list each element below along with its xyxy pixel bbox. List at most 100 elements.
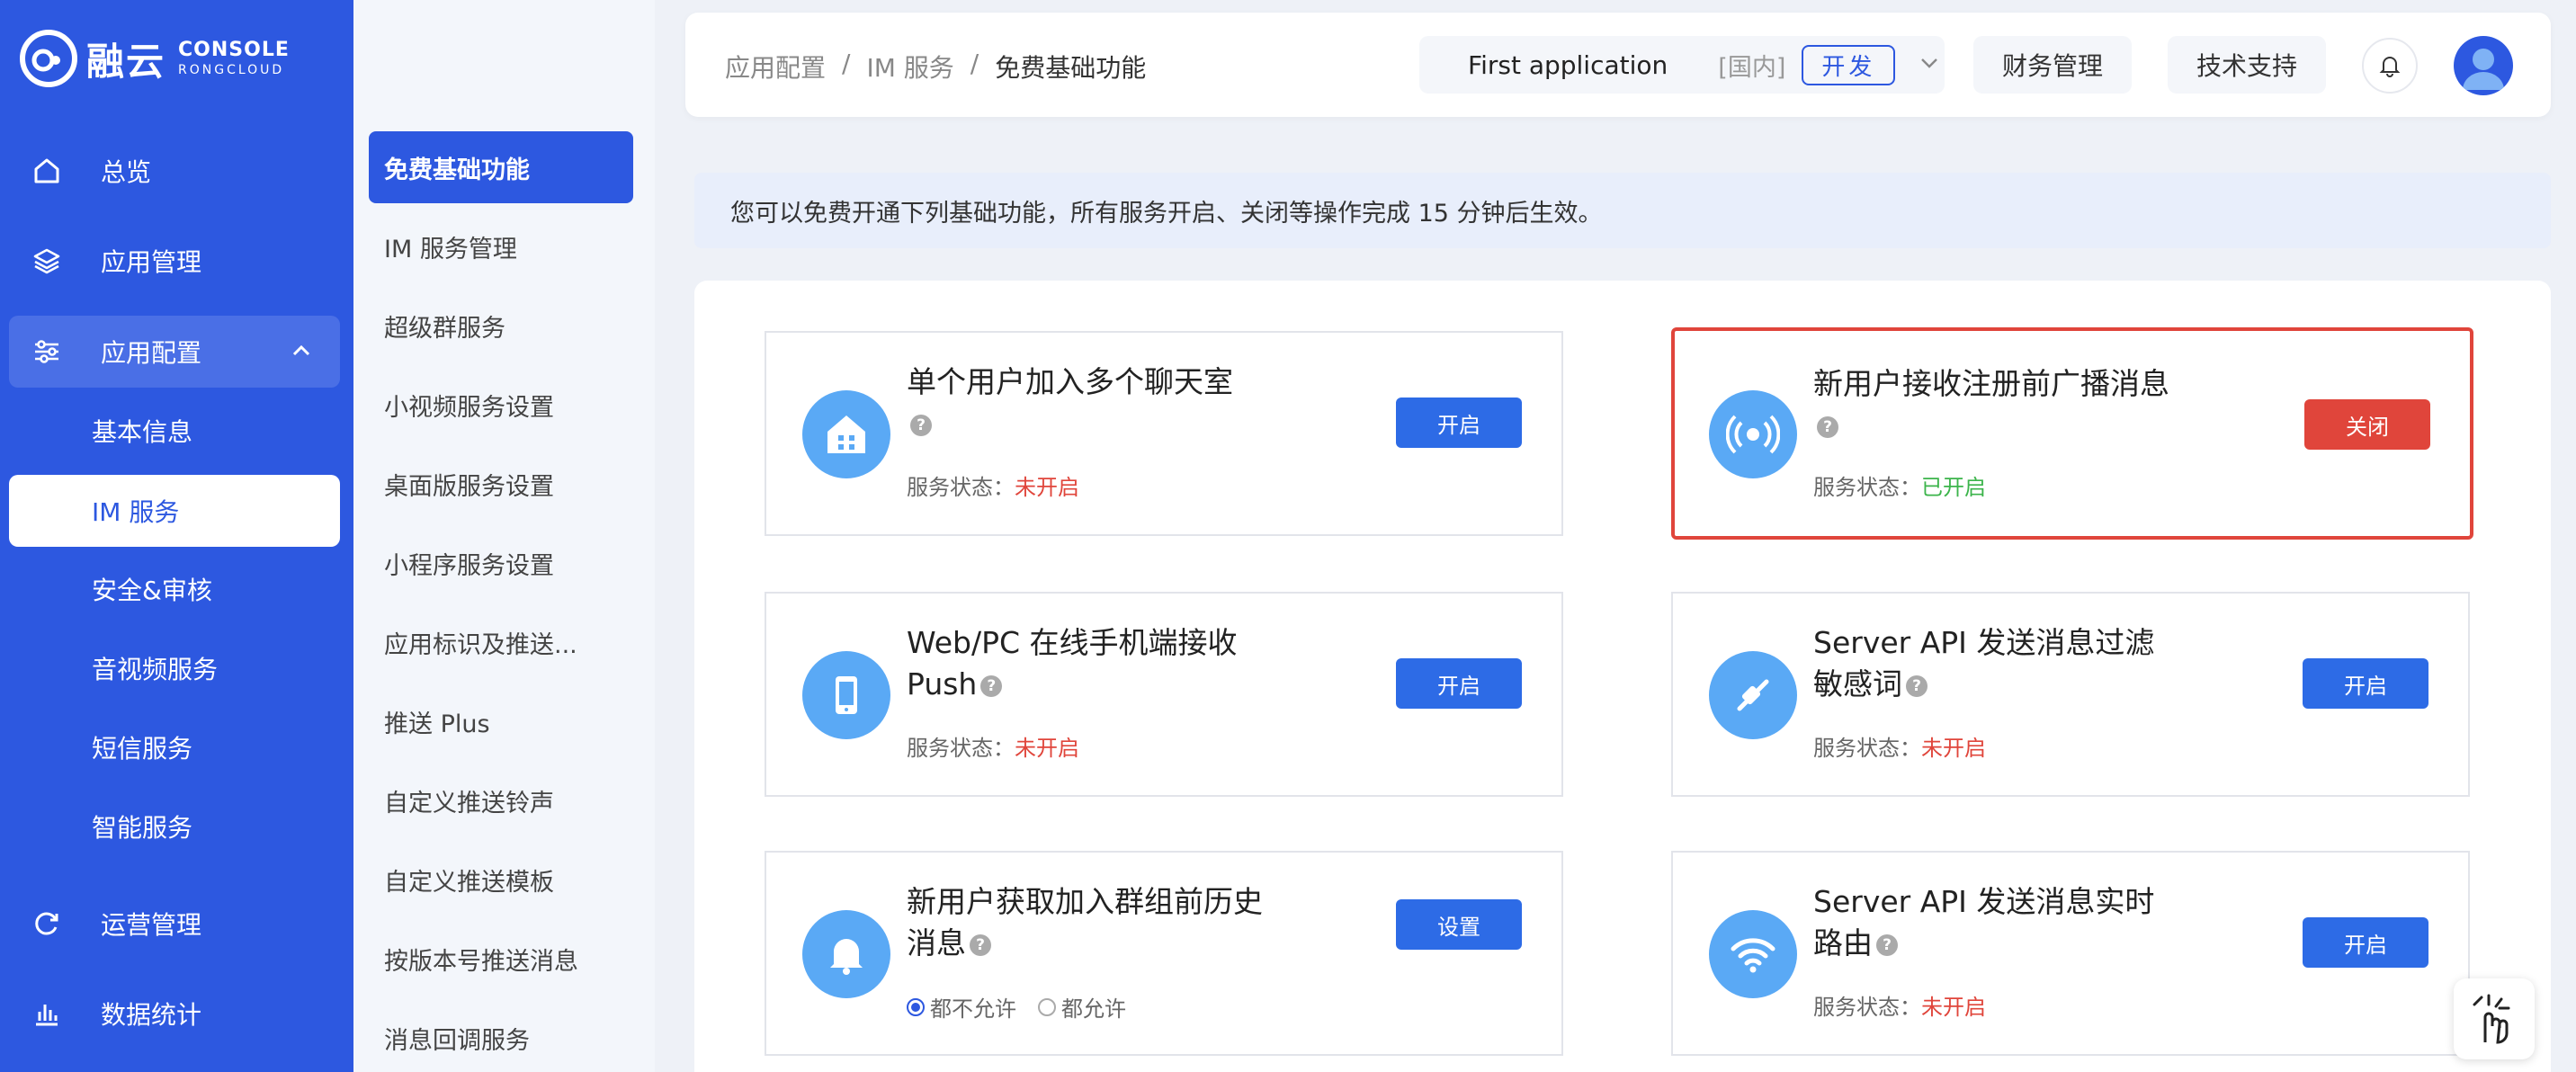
feature-card-group-history: 新用户获取加入群组前历史消息? 都不允许 都允许 设置 [765, 851, 1563, 1056]
phone-icon [802, 651, 890, 739]
subnav-custom-template[interactable]: 自定义推送模板 [369, 844, 633, 916]
help-icon[interactable]: ? [1876, 934, 1898, 956]
status-value: 未开启 [1015, 475, 1079, 500]
feature-status: 服务状态：未开启 [1813, 995, 1986, 1020]
nav-item-app-management[interactable]: 应用管理 [9, 225, 340, 297]
nav-sub-basic-info[interactable]: 基本信息 [9, 395, 340, 467]
breadcrumb-separator: / [842, 49, 851, 78]
feature-title: 单个用户加入多个聊天室? [907, 364, 1233, 436]
breadcrumb: 应用配置 / IM 服务 / 免费基础功能 [725, 49, 1146, 85]
nav-item-app-config[interactable]: 应用配置 [9, 316, 340, 388]
nav-item-statistics[interactable]: 数据统计 [9, 978, 340, 1050]
env-badge: 开发 [1802, 44, 1896, 85]
main-sidebar: 融云 CONSOLE RONGCLOUD 总览 应用管理 应用配置 基本信息 I… [0, 0, 353, 1072]
plug-icon [1709, 651, 1797, 739]
subnav-app-id-push[interactable]: 应用标识及推送... [369, 606, 633, 678]
feature-card-web-pc-push: Web/PC 在线手机端接收 Push? 服务状态：未开启 开启 [765, 592, 1563, 797]
radio-dot [1038, 997, 1056, 1016]
breadcrumb-separator: / [970, 49, 979, 78]
chatroom-icon [802, 390, 890, 478]
logo-text: 融云 [86, 39, 166, 84]
feature-status: 服务状态：已开启 [1813, 475, 1986, 500]
info-notice: 您可以免费开通下列基础功能，所有服务开启、关闭等操作完成 15 分钟后生效。 [694, 173, 2551, 248]
feature-status: 服务状态：未开启 [907, 736, 1079, 761]
radio-disallow-all[interactable]: 都不允许 [907, 991, 1016, 1023]
nav-sub-security[interactable]: 安全&审核 [9, 553, 340, 625]
subnav-mini-program[interactable]: 小程序服务设置 [369, 527, 633, 599]
feature-title: Server API 发送消息实时路由? [1813, 884, 2155, 960]
app-selector[interactable]: First application [国内] 开发 [1419, 36, 1945, 94]
settings-button[interactable]: 设置 [1396, 899, 1522, 950]
wifi-icon [1709, 910, 1797, 998]
breadcrumb-app-config[interactable]: 应用配置 [725, 49, 826, 85]
nav-sub-av-service[interactable]: 音视频服务 [9, 632, 340, 704]
help-icon[interactable]: ? [980, 674, 1003, 697]
breadcrumb-im-service[interactable]: IM 服务 [866, 49, 953, 85]
subnav-desktop[interactable]: 桌面版服务设置 [369, 448, 633, 520]
chevron-down-icon [1919, 52, 1940, 77]
feature-title: Server API 发送消息过滤敏感词? [1813, 625, 2155, 701]
feature-panel: 单个用户加入多个聊天室? 服务状态：未开启 开启 新用户接收注册前广播消息? 服… [694, 281, 2551, 1072]
home-icon [29, 153, 65, 189]
floating-help-icon[interactable] [2454, 978, 2535, 1059]
enable-button[interactable]: 开启 [1396, 658, 1522, 709]
broadcast-icon [1709, 390, 1797, 478]
nav-label: 应用配置 [101, 338, 202, 368]
sliders-icon [29, 334, 65, 370]
history-radio-group: 都不允许 都允许 [907, 991, 1126, 1023]
refresh-icon [29, 906, 65, 942]
support-button[interactable]: 技术支持 [2168, 36, 2326, 94]
feature-title: Web/PC 在线手机端接收 Push? [907, 625, 1238, 701]
top-header: 应用配置 / IM 服务 / 免费基础功能 First application … [685, 13, 2551, 117]
help-icon[interactable]: ? [970, 934, 991, 956]
subnav-short-video[interactable]: 小视频服务设置 [369, 369, 633, 441]
feature-card-multi-chatroom: 单个用户加入多个聊天室? 服务状态：未开启 开启 [765, 331, 1563, 536]
help-icon[interactable]: ? [910, 414, 932, 436]
help-icon[interactable]: ? [1817, 415, 1838, 438]
nav-sub-sms-service[interactable]: 短信服务 [9, 711, 340, 783]
logo-console: CONSOLE RONGCLOUD [178, 39, 290, 77]
subnav-im-management[interactable]: IM 服务管理 [369, 210, 633, 282]
user-avatar[interactable] [2454, 36, 2513, 95]
subnav-custom-ringtone[interactable]: 自定义推送铃声 [369, 764, 633, 836]
nav-sub-ai-service[interactable]: 智能服务 [9, 791, 340, 862]
rongcloud-logo-icon [20, 30, 77, 87]
layers-icon [29, 243, 65, 279]
breadcrumb-current: 免费基础功能 [995, 53, 1147, 83]
disable-button[interactable]: 关闭 [2304, 399, 2430, 450]
secondary-sidebar: 免费基础功能 IM 服务管理 超级群服务 小视频服务设置 桌面版服务设置 小程序… [353, 0, 655, 1072]
bell-icon [802, 910, 890, 998]
console-label: CONSOLE [178, 39, 290, 61]
app-name: First application [1468, 49, 1668, 80]
nav-label: 数据统计 [101, 1000, 202, 1030]
nav-item-overview[interactable]: 总览 [9, 135, 340, 207]
radio-dot [907, 997, 925, 1016]
subnav-free-basic[interactable]: 免费基础功能 [369, 131, 633, 203]
nav-sub-im-service[interactable]: IM 服务 [9, 475, 340, 547]
notification-bell-icon[interactable] [2362, 38, 2418, 94]
rongcloud-label: RONGCLOUD [178, 63, 285, 77]
subnav-version-push[interactable]: 按版本号推送消息 [369, 923, 633, 995]
feature-title: 新用户获取加入群组前历史消息? [907, 884, 1263, 960]
bar-chart-icon [29, 996, 65, 1032]
subnav-push-plus[interactable]: 推送 Plus [369, 685, 633, 757]
subnav-message-callback[interactable]: 消息回调服务 [369, 1002, 633, 1072]
enable-button[interactable]: 开启 [1396, 398, 1522, 448]
subnav-ultra-group[interactable]: 超级群服务 [369, 290, 633, 362]
app-region: [国内] [1718, 53, 1786, 82]
finance-button[interactable]: 财务管理 [1973, 36, 2132, 94]
status-value: 未开启 [1921, 995, 1986, 1020]
enable-button[interactable]: 开启 [2303, 658, 2428, 709]
enable-button[interactable]: 开启 [2303, 917, 2428, 968]
nav-label: 总览 [101, 157, 152, 187]
radio-allow-all[interactable]: 都允许 [1038, 991, 1126, 1023]
chevron-up-icon [290, 339, 313, 369]
feature-card-realtime-routing: Server API 发送消息实时路由? 服务状态：未开启 开启 [1671, 851, 2470, 1056]
nav-item-operations[interactable]: 运营管理 [9, 888, 340, 960]
status-value: 已开启 [1921, 475, 1986, 500]
feature-card-pre-register-broadcast: 新用户接收注册前广播消息? 服务状态：已开启 关闭 [1671, 327, 2473, 540]
help-icon[interactable]: ? [1906, 674, 1928, 697]
logo[interactable]: 融云 CONSOLE RONGCLOUD [20, 27, 290, 90]
feature-card-sensitive-filter: Server API 发送消息过滤敏感词? 服务状态：未开启 开启 [1671, 592, 2470, 797]
feature-status: 服务状态：未开启 [1813, 736, 1986, 761]
